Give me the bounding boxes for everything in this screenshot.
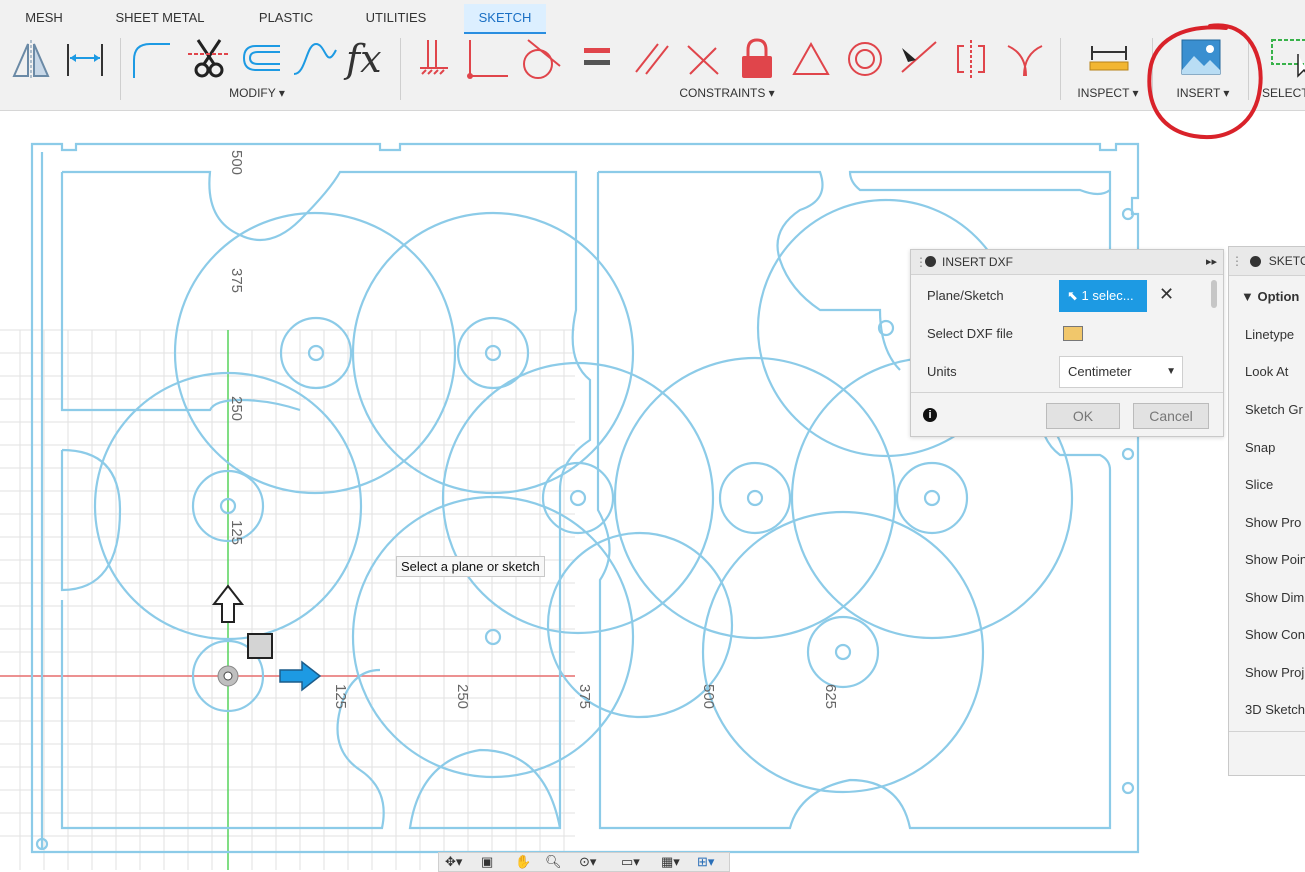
ruler-label-h500: 500 xyxy=(700,683,718,710)
ruler-label-h625: 625 xyxy=(822,683,840,710)
ruler-label-v125: 125 xyxy=(228,519,246,546)
navigation-bar: ✥▾ ▣ ✋ 🔍︎ ⊙▾ ▭▾ ▦▾ ⊞▾ xyxy=(438,852,730,872)
ok-button[interactable]: OK xyxy=(1046,403,1120,429)
trim-scissors-icon[interactable] xyxy=(186,36,232,82)
tab-mesh[interactable]: MESH xyxy=(12,4,76,32)
tangent-icon[interactable] xyxy=(516,36,562,82)
plane-select-button[interactable]: ⬉ 1 selec... xyxy=(1059,280,1147,312)
up-arrow-manipulator[interactable] xyxy=(211,584,245,623)
dimension-icon[interactable] xyxy=(62,36,108,82)
triangle-icon[interactable] xyxy=(788,36,834,82)
lock-icon[interactable] xyxy=(734,36,780,82)
tab-plastic[interactable]: PLASTIC xyxy=(244,4,328,32)
ruler-label-h125: 125 xyxy=(332,683,350,710)
zoom-icon[interactable]: 🔍︎ xyxy=(545,854,562,870)
open-folder-icon[interactable] xyxy=(1063,326,1083,341)
group-constraints[interactable]: CONSTRAINTS ▾ xyxy=(668,86,786,100)
toolbar: MESH SHEET METAL PLASTIC UTILITIES SKETC… xyxy=(0,0,1305,140)
cursor-icon: ⬉ xyxy=(1067,288,1078,303)
tab-utilities[interactable]: UTILITIES xyxy=(352,4,440,32)
palette-item-linetype[interactable]: Linetype xyxy=(1245,327,1294,342)
cancel-button[interactable]: Cancel xyxy=(1133,403,1209,429)
ruler-label-v500: 500 xyxy=(228,149,246,176)
options-section[interactable]: ▼ Option xyxy=(1241,289,1299,304)
units-dropdown[interactable]: Centimeter ▼ xyxy=(1059,356,1183,388)
equal-icon[interactable] xyxy=(574,36,620,82)
ruler-label-h375: 375 xyxy=(576,683,594,710)
plane-handle[interactable] xyxy=(247,633,273,659)
palette-item-show-dimensions[interactable]: Show Dim xyxy=(1245,590,1304,605)
palette-item-sketch-grid[interactable]: Sketch Gr xyxy=(1245,402,1303,417)
palette-header[interactable]: ⋮ SKETCH xyxy=(1229,247,1305,276)
concentric-icon[interactable] xyxy=(842,36,888,82)
units-value: Centimeter xyxy=(1068,364,1132,379)
coincident-icon[interactable] xyxy=(464,36,510,82)
parallel-icon[interactable] xyxy=(628,36,674,82)
palette-item-show-projected[interactable]: Show Proj xyxy=(1245,665,1304,680)
expand-icon[interactable]: ▸▸ xyxy=(1206,250,1217,274)
orbit-icon[interactable]: ✥▾ xyxy=(445,854,462,870)
options-section-label: Option xyxy=(1257,289,1300,304)
palette-item-show-constraints[interactable]: Show Con xyxy=(1245,627,1305,642)
minimize-icon[interactable] xyxy=(1250,256,1262,268)
palette-item-3d-sketch[interactable]: 3D Sketch xyxy=(1245,702,1305,717)
plane-select-value: 1 selec... xyxy=(1081,288,1134,303)
grid-settings-icon[interactable]: ▦▾ xyxy=(661,854,680,870)
insert-dxf-dialog: ⋮ INSERT DXF ▸▸ Plane/Sketch ⬉ 1 selec..… xyxy=(910,249,1224,437)
curvature-icon[interactable] xyxy=(1002,36,1048,82)
select-dxf-label: Select DXF file xyxy=(927,326,1013,341)
group-inspect[interactable]: INSPECT ▾ xyxy=(1070,86,1146,100)
tooltip: Select a plane or sketch xyxy=(396,556,545,577)
tab-sheet-metal[interactable]: SHEET METAL xyxy=(100,4,220,32)
minimize-icon[interactable] xyxy=(925,256,936,267)
info-icon[interactable]: i xyxy=(923,408,937,422)
select-window-icon[interactable] xyxy=(1268,36,1305,82)
group-modify[interactable]: MODIFY ▾ xyxy=(220,86,294,100)
fix-constraint-icon[interactable] xyxy=(412,36,458,82)
sketch-drawing[interactable] xyxy=(0,110,1305,870)
dialog-scrollbar[interactable] xyxy=(1211,280,1217,308)
pan-hand-icon[interactable]: ✋ xyxy=(515,854,531,870)
fit-icon[interactable]: ⊙▾ xyxy=(579,854,596,870)
offset-icon[interactable] xyxy=(238,36,284,82)
tab-sketch[interactable]: SKETCH xyxy=(464,4,546,34)
dialog-header[interactable]: ⋮ INSERT DXF ▸▸ xyxy=(911,250,1223,275)
midpoint-icon[interactable] xyxy=(896,36,942,82)
look-at-icon[interactable]: ▣ xyxy=(481,854,493,870)
sketch-canvas[interactable]: 500 375 250 125 125 250 375 500 625 xyxy=(0,110,1305,870)
plane-sketch-label: Plane/Sketch xyxy=(927,288,1004,303)
viewports-icon[interactable]: ⊞▾ xyxy=(697,854,714,870)
perpendicular-icon[interactable] xyxy=(680,36,726,82)
palette-item-look-at[interactable]: Look At xyxy=(1245,364,1288,379)
units-label: Units xyxy=(927,364,957,379)
mirror-icon[interactable] xyxy=(8,36,54,82)
palette-item-slice[interactable]: Slice xyxy=(1245,477,1273,492)
chevron-down-icon: ▼ xyxy=(1166,366,1176,377)
dialog-title: INSERT DXF xyxy=(942,255,1013,269)
sketch-palette: ⋮ SKETCH ▼ Option Linetype Look At Sketc… xyxy=(1228,246,1305,776)
fx-label: fx xyxy=(346,37,382,81)
spline-icon[interactable] xyxy=(292,36,338,82)
clear-selection-icon[interactable]: ✕ xyxy=(1159,284,1174,305)
palette-item-snap[interactable]: Snap xyxy=(1245,440,1275,455)
palette-item-show-points[interactable]: Show Poin xyxy=(1245,552,1305,567)
parameters-fx-icon[interactable]: fx xyxy=(346,36,392,82)
fillet-icon[interactable] xyxy=(128,36,174,82)
palette-item-show-profile[interactable]: Show Pro xyxy=(1245,515,1301,530)
symmetry-icon[interactable] xyxy=(948,36,994,82)
ruler-label-v375: 375 xyxy=(228,267,246,294)
ruler-label-h250: 250 xyxy=(454,683,472,710)
display-settings-icon[interactable]: ▭▾ xyxy=(621,854,640,870)
palette-title: SKETCH xyxy=(1268,254,1305,268)
measure-ruler-icon[interactable] xyxy=(1086,36,1132,82)
ruler-label-v250: 250 xyxy=(228,395,246,422)
